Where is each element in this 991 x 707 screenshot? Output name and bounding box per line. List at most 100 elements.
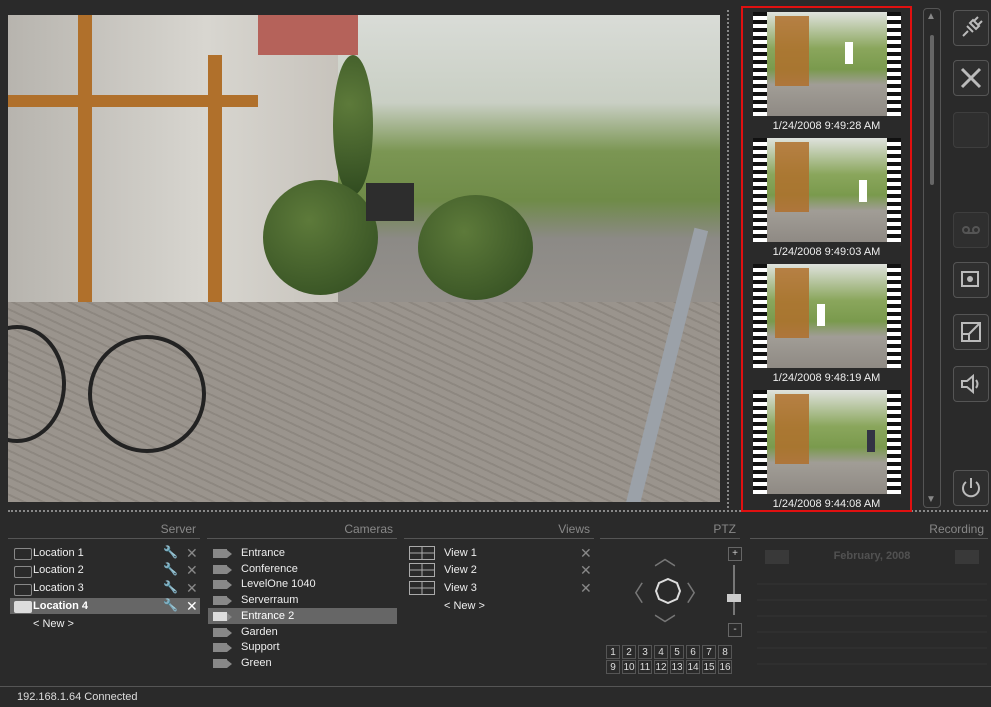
thumbnail-image[interactable]	[767, 390, 887, 494]
camera-item[interactable]: Green	[241, 655, 272, 671]
wrench-icon[interactable]: 🔧	[163, 598, 178, 612]
server-item[interactable]: Location 1	[33, 545, 84, 561]
camera-item[interactable]: Conference	[241, 561, 298, 577]
calendar-next-button[interactable]	[955, 550, 979, 564]
splitter-vertical[interactable]	[727, 10, 729, 508]
ptz-preset-button[interactable]: 1	[606, 645, 620, 659]
tools-button[interactable]	[953, 60, 989, 96]
film-strip	[887, 390, 901, 494]
connect-button[interactable]	[953, 10, 989, 46]
delete-icon[interactable]: ✕	[580, 563, 592, 577]
video-roof	[258, 15, 358, 55]
selected-row-highlight	[208, 608, 397, 624]
server-item[interactable]: Location 2	[33, 562, 84, 578]
camera-icon	[213, 628, 232, 637]
thumbnail[interactable]	[753, 390, 901, 494]
audio-button[interactable]	[953, 366, 989, 402]
ptz-preset-button[interactable]: 15	[702, 660, 716, 674]
wrench-icon[interactable]: 🔧	[163, 545, 178, 559]
zoom-slider-track[interactable]	[733, 565, 735, 615]
view-layout-icon	[409, 563, 435, 577]
ptz-preset-button[interactable]: 6	[686, 645, 700, 659]
view-item[interactable]: View 3	[444, 580, 477, 596]
ptz-preset-button[interactable]: 14	[686, 660, 700, 674]
fullscreen-button[interactable]	[953, 314, 989, 350]
camera-item-selected[interactable]: Entrance 2	[241, 608, 294, 624]
thumbnail-scrollbar[interactable]: ▲ ▼	[923, 8, 941, 508]
server-item[interactable]: Location 3	[33, 580, 84, 596]
ptz-preset-button[interactable]: 3	[638, 645, 652, 659]
camera-icon	[213, 643, 232, 652]
views-panel-header: Views	[404, 519, 594, 539]
new-server-item[interactable]: < New >	[33, 616, 74, 632]
camera-item[interactable]: Support	[241, 639, 280, 655]
ptz-up-icon[interactable]: ︿	[654, 540, 676, 572]
video-bicycle-wheel	[88, 335, 206, 453]
live-video-view[interactable]	[8, 15, 720, 502]
server-icon	[14, 601, 32, 613]
thumbnail-image[interactable]	[767, 138, 887, 242]
speaker-icon	[961, 373, 979, 395]
scrollbar-thumb[interactable]	[930, 35, 934, 185]
delete-icon[interactable]: ✕	[580, 581, 592, 595]
ptz-preset-button[interactable]: 5	[670, 645, 684, 659]
ptz-right-icon[interactable]: 〉	[686, 576, 708, 608]
film-strip	[887, 12, 901, 116]
film-strip	[887, 264, 901, 368]
camera-item[interactable]: LevelOne 1040	[241, 576, 316, 592]
view-layout-icon	[409, 581, 435, 595]
ptz-left-icon[interactable]: 〈	[622, 576, 644, 608]
delete-icon[interactable]: ✕	[580, 546, 592, 560]
view-item[interactable]: View 1	[444, 545, 477, 561]
ptz-preset-button[interactable]: 13	[670, 660, 684, 674]
ptz-preset-button[interactable]: 11	[638, 660, 652, 674]
ptz-preset-button[interactable]: 4	[654, 645, 668, 659]
disabled-tool-button[interactable]	[953, 112, 989, 148]
ptz-preset-button[interactable]: 10	[622, 660, 636, 674]
ptz-preset-button[interactable]: 8	[718, 645, 732, 659]
ptz-down-icon[interactable]: ﹀	[654, 608, 676, 640]
cameras-panel-header: Cameras	[207, 519, 397, 539]
thumbnail-timestamp: 1/24/2008 9:44:08 AM	[772, 498, 881, 510]
thumbnail-image[interactable]	[767, 12, 887, 116]
status-bar: 192.168.1.64 Connected	[0, 686, 991, 706]
view-item[interactable]: View 2	[444, 562, 477, 578]
calendar-grid[interactable]	[757, 579, 987, 679]
video-tree	[333, 55, 373, 195]
camera-item[interactable]: Entrance	[241, 545, 285, 561]
delete-icon[interactable]: ✕	[186, 599, 198, 613]
new-view-item[interactable]: < New >	[444, 598, 485, 614]
thumbnail[interactable]	[753, 12, 901, 116]
snapshot-button[interactable]	[953, 262, 989, 298]
ptz-preset-button[interactable]: 16	[718, 660, 732, 674]
zoom-in-button[interactable]: +	[728, 547, 742, 561]
delete-icon[interactable]: ✕	[186, 546, 198, 560]
camera-item[interactable]: Serverraum	[241, 592, 298, 608]
wrench-icon[interactable]: 🔧	[163, 562, 178, 576]
thumbnail[interactable]	[753, 264, 901, 368]
server-item-selected[interactable]: Location 4	[33, 598, 88, 614]
camera-item[interactable]: Garden	[241, 624, 278, 640]
server-icon	[14, 548, 32, 560]
ptz-preset-button[interactable]: 7	[702, 645, 716, 659]
video-bush	[418, 195, 533, 300]
wrench-icon[interactable]: 🔧	[163, 580, 178, 594]
zoom-slider-knob[interactable]	[727, 594, 741, 602]
ptz-preset-button[interactable]: 12	[654, 660, 668, 674]
tape-button[interactable]	[953, 212, 989, 248]
ptz-preset-button[interactable]: 9	[606, 660, 620, 674]
ptz-panel-header: PTZ	[600, 519, 740, 539]
delete-icon[interactable]: ✕	[186, 563, 198, 577]
calendar-prev-button[interactable]	[765, 550, 789, 564]
zoom-out-button[interactable]: -	[728, 623, 742, 637]
ptz-preset-button[interactable]: 2	[622, 645, 636, 659]
scroll-up-icon[interactable]: ▲	[926, 11, 936, 22]
power-button[interactable]	[953, 470, 989, 506]
ptz-home-icon[interactable]	[654, 577, 682, 605]
delete-icon[interactable]: ✕	[186, 581, 198, 595]
camera-icon	[213, 565, 232, 574]
view-layout-icon	[409, 546, 435, 560]
thumbnail[interactable]	[753, 138, 901, 242]
thumbnail-image[interactable]	[767, 264, 887, 368]
scroll-down-icon[interactable]: ▼	[926, 494, 936, 505]
